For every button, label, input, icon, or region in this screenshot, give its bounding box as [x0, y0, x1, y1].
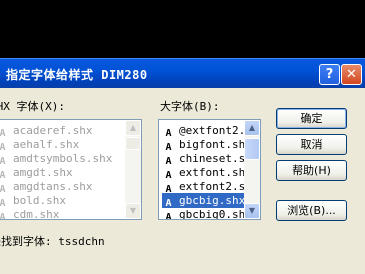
shx-font-list-item[interactable]: Acdm.shx	[0, 207, 60, 220]
shx-font-item-label: acaderef.shx	[13, 124, 93, 137]
title-bar[interactable]: 指定字体给样式 DIM280 ? ✕	[0, 58, 365, 88]
shx-font-scrollbar[interactable]: ▲ ▼	[125, 120, 141, 219]
scroll-thumb[interactable]	[125, 137, 141, 150]
scroll-up-icon[interactable]: ▲	[244, 120, 260, 136]
scroll-thumb[interactable]	[244, 138, 260, 160]
shx-font-list-item[interactable]: Aacaderef.shx	[0, 123, 93, 139]
scroll-up-icon[interactable]: ▲	[125, 120, 141, 136]
shx-font-list[interactable]: Aacaderef.shx Aaehalf.shx Aamdtsymbols.shx…	[0, 119, 142, 220]
shx-font-list-item[interactable]: Abold.shx	[0, 193, 66, 209]
scroll-down-icon[interactable]: ▼	[244, 203, 260, 219]
browse-button[interactable]: 浏览(B)...	[276, 200, 347, 221]
big-font-label: 大字体(B):	[160, 100, 220, 113]
big-font-item-label: gbcbig.shx	[179, 194, 246, 207]
shx-font-item-label: amgdtans.shx	[13, 180, 93, 193]
shx-font-label: SHX 字体(X):	[0, 100, 65, 113]
shx-font-item-label: bold.shx	[13, 194, 66, 207]
shx-font-list-item[interactable]: Aaehalf.shx	[0, 137, 80, 153]
big-font-item-label: gbcbig0.shx	[179, 208, 252, 220]
shx-font-item-label: amgdt.shx	[13, 166, 73, 179]
scroll-down-icon[interactable]: ▼	[125, 203, 141, 219]
big-font-item-label: extfont.shx	[179, 166, 252, 179]
dialog-title: 指定字体给样式 DIM280	[6, 68, 148, 82]
shx-font-item-label: aehalf.shx	[13, 138, 80, 151]
font-file-icon: A	[0, 212, 6, 220]
big-font-list[interactable]: A @extfont2.shx Abigfont.shx Achineset.shx A…	[158, 119, 261, 220]
shx-font-list-item[interactable]: Aamgdt.shx	[0, 165, 73, 181]
big-font-list-item[interactable]: Agbcbig0.shx	[162, 207, 252, 220]
background-area	[0, 0, 365, 58]
cancel-button[interactable]: 取消	[276, 134, 347, 155]
big-font-list-item[interactable]: Aextfont.shx	[162, 165, 252, 181]
shx-font-list-item[interactable]: Aamgdtans.shx	[0, 179, 93, 195]
big-font-item-label: bigfont.shx	[179, 138, 252, 151]
big-font-list-item[interactable]: Agbcbig.shx	[162, 193, 246, 209]
font-file-icon: A	[165, 212, 172, 220]
shx-font-item-label: amdtsymbols.shx	[13, 152, 113, 165]
shx-font-item-label: cdm.shx	[13, 208, 60, 220]
big-font-scrollbar[interactable]: ▲ ▼	[244, 120, 260, 219]
big-font-list-item[interactable]: Abigfont.shx	[162, 137, 252, 153]
font-not-found-text: 未找到字体: tssdchn	[0, 235, 105, 248]
help-icon[interactable]: ?	[319, 64, 340, 85]
close-icon[interactable]: ✕	[341, 64, 362, 85]
shx-font-list-item[interactable]: Aamdtsymbols.shx	[0, 151, 113, 167]
ok-button[interactable]: 确定	[276, 108, 347, 129]
help-button[interactable]: 帮助(H)	[276, 160, 347, 181]
